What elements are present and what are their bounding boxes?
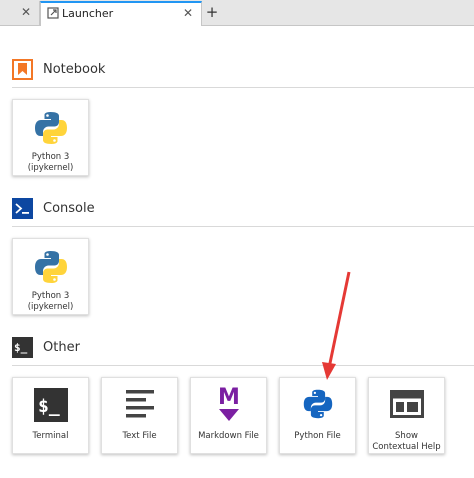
tab-close-icon[interactable]: ✕ bbox=[183, 6, 193, 20]
notebook-python3-card[interactable]: Python 3 (ipykernel) bbox=[12, 99, 89, 176]
tab-launcher-label: Launcher bbox=[62, 7, 114, 20]
console-prompt-icon bbox=[12, 198, 33, 219]
svg-text:$_: $_ bbox=[14, 341, 28, 354]
markdown-icon: M bbox=[218, 385, 240, 421]
section-notebook-title: Notebook bbox=[43, 62, 106, 77]
section-divider bbox=[12, 226, 474, 227]
card-label-line2: (ipykernel) bbox=[27, 302, 74, 312]
console-python3-card[interactable]: Python 3 (ipykernel) bbox=[12, 238, 89, 315]
markdown-file-card[interactable]: M Markdown File bbox=[190, 377, 267, 454]
svg-text:$_: $_ bbox=[38, 396, 60, 417]
card-label: Markdown File bbox=[198, 431, 259, 441]
card-label: Text File bbox=[122, 431, 157, 441]
section-divider bbox=[12, 365, 474, 366]
card-label: Python 3 (ipykernel) bbox=[15, 291, 86, 313]
add-tab-button[interactable]: + bbox=[202, 1, 222, 25]
terminal-icon: $_ bbox=[33, 388, 68, 422]
card-label-line2: (ipykernel) bbox=[27, 163, 74, 173]
python-file-card[interactable]: Python File bbox=[279, 377, 356, 454]
svg-text:M: M bbox=[218, 385, 240, 410]
section-console-title: Console bbox=[43, 201, 95, 216]
card-label: Python File bbox=[294, 431, 341, 441]
arrow-shaft bbox=[327, 271, 351, 369]
python-file-icon bbox=[303, 389, 332, 419]
other-terminal-icon: $_ bbox=[12, 337, 33, 358]
tab-close-icon[interactable]: ✕ bbox=[21, 5, 31, 19]
python-logo-icon bbox=[34, 112, 67, 144]
card-label-line1: Python 3 bbox=[31, 152, 70, 162]
card-label: Show Contextual Help bbox=[372, 431, 441, 452]
card-label-line1: Python 3 bbox=[31, 291, 70, 301]
section-divider bbox=[12, 87, 474, 88]
notebook-bookmark-icon bbox=[12, 59, 33, 80]
launcher-tab-icon bbox=[47, 7, 59, 19]
text-file-icon bbox=[125, 390, 154, 418]
card-label: Python 3 (ipykernel) bbox=[15, 152, 86, 174]
contextual-help-icon bbox=[389, 390, 424, 418]
tab-previous[interactable]: ✕ bbox=[0, 1, 40, 25]
python-logo-icon bbox=[34, 251, 67, 283]
section-other-title: Other bbox=[43, 340, 80, 355]
tab-launcher[interactable]: Launcher ✕ bbox=[40, 1, 202, 26]
card-label: Terminal bbox=[32, 431, 69, 441]
contextual-help-card[interactable]: Show Contextual Help bbox=[368, 377, 445, 454]
tab-bar: ✕ Launcher ✕ + bbox=[0, 0, 474, 26]
terminal-card[interactable]: $_ Terminal bbox=[12, 377, 89, 454]
text-file-card[interactable]: Text File bbox=[101, 377, 178, 454]
